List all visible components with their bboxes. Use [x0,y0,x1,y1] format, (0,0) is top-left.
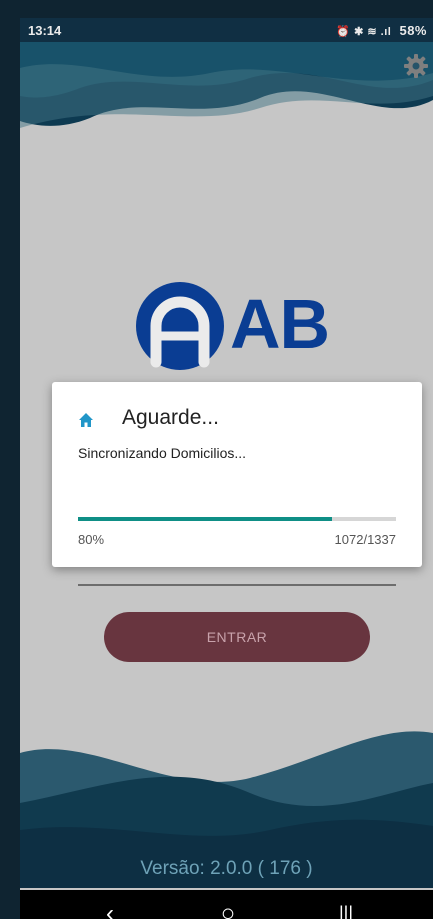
dialog-message: Sincronizando Domicilios... [78,445,247,461]
progress-percent: 80% [78,532,105,547]
system-nav-bar: ‹ ○ ||| [20,890,433,919]
dialog-title: Aguarde... [122,406,219,429]
version-label: Versão: 2.0.0 ( 176 ) [140,858,313,879]
home-icon [79,413,93,427]
back-icon[interactable]: ‹ [80,890,140,919]
progress-dialog: Aguarde... Sincronizando Domicilios... 8… [52,382,422,567]
progress-bar [78,517,396,521]
password-field-underline[interactable] [78,584,396,586]
home-circle-icon[interactable]: ○ [198,890,258,919]
app-screen: 13:14 ⏰ ✱ ≋ .ıl 58% AB ENTRAR Versão: 2.… [20,18,433,919]
enter-button[interactable]: ENTRAR [104,612,370,662]
progress-bar-fill [78,517,333,521]
progress-count: 1072/1337 [334,532,396,547]
recents-icon[interactable]: ||| [316,890,376,919]
